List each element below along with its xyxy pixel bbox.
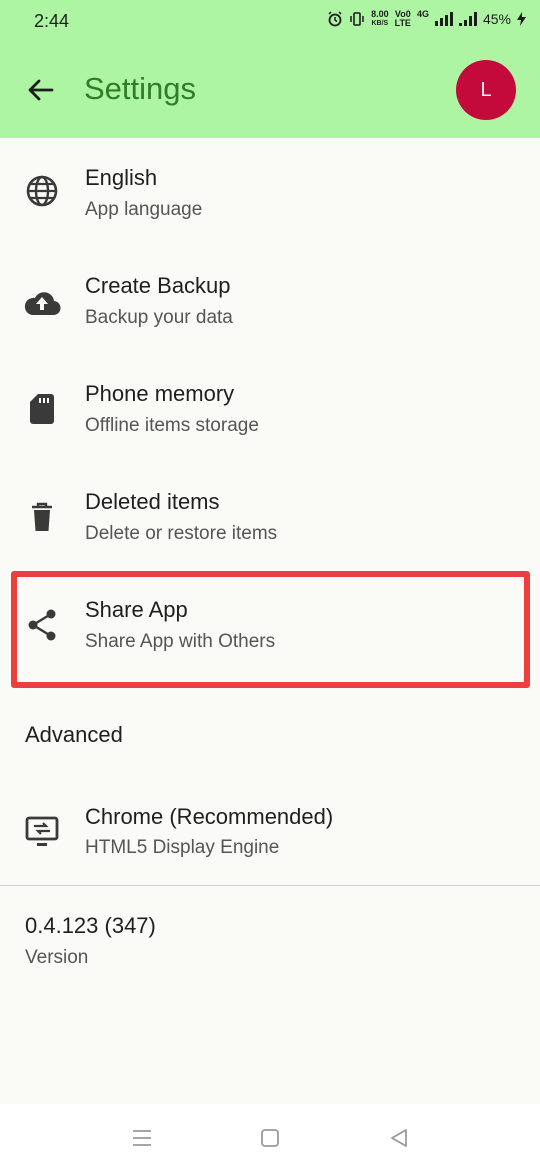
net-speed-unit: KB/S: [371, 20, 389, 27]
home-icon: [261, 1129, 279, 1147]
section-header-advanced: Advanced: [25, 722, 123, 747]
menu-icon: [133, 1130, 151, 1146]
item-title: Create Backup: [85, 273, 231, 298]
item-title: English: [85, 165, 158, 190]
page-title: Settings: [84, 71, 197, 106]
item-subtitle: HTML5 Display Engine: [85, 837, 280, 858]
item-subtitle: Delete or restore items: [85, 523, 278, 544]
setting-phone-memory[interactable]: Phone memory Offline items storage: [0, 354, 540, 462]
arrow-left-icon: [28, 79, 54, 101]
trash-icon: [22, 497, 62, 537]
item-title: Chrome (Recommended): [85, 804, 334, 829]
charging-icon: [517, 12, 526, 26]
volte-bottom: LTE: [394, 18, 411, 28]
avatar[interactable]: L: [456, 60, 516, 120]
back-button[interactable]: [24, 73, 58, 107]
signal-icon: [434, 12, 453, 26]
network-type: 4G: [416, 9, 429, 19]
home-button[interactable]: [256, 1124, 284, 1152]
item-title: Deleted items: [85, 489, 220, 514]
display-engine-icon: [22, 811, 62, 851]
system-nav-bar: [0, 1104, 540, 1170]
item-subtitle: Backup your data: [85, 307, 233, 328]
alarm-icon: [328, 11, 342, 27]
setting-share-app[interactable]: Share App Share App with Others: [0, 570, 540, 678]
globe-icon: [22, 171, 62, 211]
cloud-upload-icon: [22, 282, 62, 322]
setting-display-engine[interactable]: Chrome (Recommended) HTML5 Display Engin…: [0, 777, 540, 885]
sd-card-icon: [22, 389, 62, 429]
volte-badge: Vo0 LTE: [395, 10, 411, 28]
item-title: Phone memory: [85, 381, 235, 406]
setting-create-backup[interactable]: Create Backup Backup your data: [0, 246, 540, 354]
setting-app-language[interactable]: English App language: [0, 138, 540, 246]
battery-percent: 45%: [482, 11, 511, 27]
divider: [0, 885, 540, 886]
back-triangle-icon: [391, 1129, 407, 1147]
vibrate-icon: [350, 12, 364, 26]
avatar-letter: L: [480, 78, 492, 101]
net-speed: 8.00 KB/S: [371, 10, 389, 28]
version-label: Version: [25, 947, 89, 968]
setting-deleted-items[interactable]: Deleted items Delete or restore items: [0, 462, 540, 570]
signal-2-icon: [458, 12, 477, 26]
status-bar: 2:44 8.00 KB/S Vo0 LTE 4G 45%: [0, 0, 540, 40]
share-icon: [22, 605, 62, 645]
net-speed-value: 8.00: [371, 9, 389, 19]
item-title: Share App: [85, 597, 188, 622]
recents-button[interactable]: [128, 1124, 156, 1152]
status-icons: 8.00 KB/S Vo0 LTE 4G 45%: [327, 10, 526, 28]
item-subtitle: Share App with Others: [85, 631, 276, 652]
item-subtitle: Offline items storage: [85, 415, 259, 436]
version-value: 0.4.123 (347): [25, 913, 156, 938]
item-subtitle: App language: [85, 199, 203, 220]
app-bar: Settings L: [0, 40, 540, 138]
back-nav-button[interactable]: [385, 1124, 413, 1152]
status-time: 2:44: [34, 11, 70, 31]
